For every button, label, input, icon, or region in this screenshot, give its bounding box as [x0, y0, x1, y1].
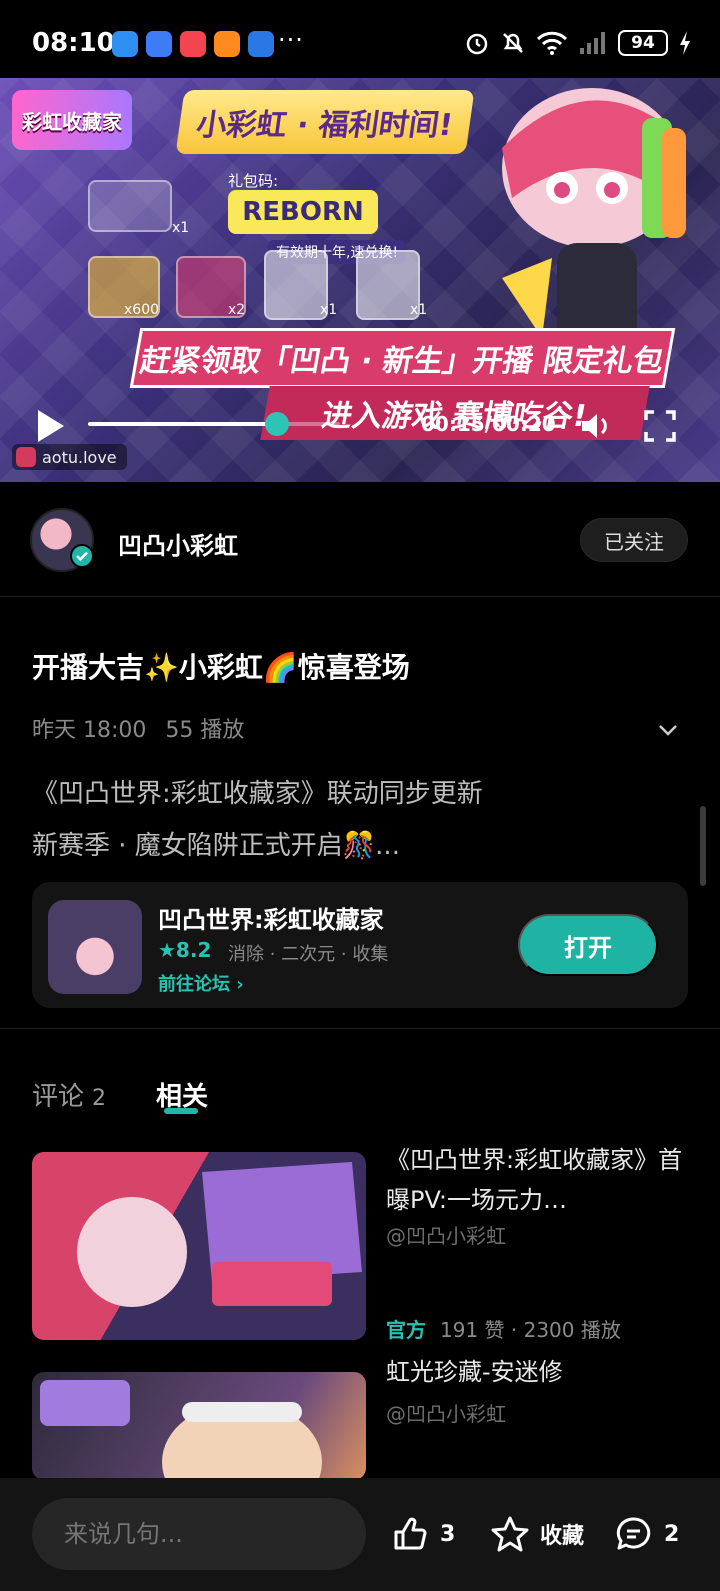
- video-progress-bar[interactable]: [88, 412, 340, 436]
- app-card[interactable]: 凹凸世界:彩虹收藏家 ★8.2 消除 · 二次元 · 收集 前往论坛 › 打开: [32, 882, 688, 1008]
- verified-badge-icon: [70, 544, 94, 568]
- gift-item-qty: x1: [172, 220, 190, 236]
- post-date: 昨天 18:00: [32, 718, 147, 743]
- gift-item-qty: x600: [124, 302, 160, 318]
- charging-icon: [680, 31, 690, 55]
- tab-comments-count: 2: [92, 1086, 107, 1111]
- favorite-button[interactable]: 收藏: [490, 1514, 584, 1554]
- signal-icon: [580, 32, 605, 54]
- book-app-icon: [112, 31, 138, 57]
- fullscreen-icon[interactable]: [642, 408, 678, 444]
- mute-icon: [503, 33, 523, 53]
- gift-code-label: 礼包码:: [228, 172, 279, 190]
- url-text: aotu.love: [42, 447, 117, 467]
- video-headline: 小彩虹 · 福利时间!: [175, 90, 475, 154]
- post-description-line: 新赛季 · 魔女陷阱正式开启🎊...: [32, 831, 400, 861]
- video-app-icon: [180, 31, 206, 57]
- search-icon: [16, 447, 36, 467]
- related-stats-text: 191 赞 · 2300 播放: [440, 1318, 621, 1342]
- related-thumbnail-art: [40, 1380, 322, 1480]
- comment-input[interactable]: [32, 1498, 366, 1570]
- post-description-line: 《凹凸世界:彩虹收藏家》联动同步更新: [32, 779, 483, 809]
- volume-icon[interactable]: [578, 408, 614, 444]
- related-thumbnail-art: [77, 1162, 362, 1307]
- gift-item-pack: [264, 250, 328, 320]
- status-bar: 08:10 ··· 94: [0, 0, 720, 78]
- app-name: 凹凸世界:彩虹收藏家: [158, 906, 384, 934]
- tab-comments-label: 评论: [32, 1082, 85, 1112]
- game-logo: 彩虹收藏家: [12, 90, 132, 150]
- divider: [0, 1028, 720, 1029]
- more-notifications-icon: ···: [278, 26, 304, 54]
- system-icons: 94: [464, 30, 692, 56]
- video-progress-handle[interactable]: [265, 412, 289, 436]
- app-tags: 消除 · 二次元 · 收集: [228, 944, 389, 965]
- app-icon: [48, 900, 142, 994]
- related-title[interactable]: 《凹凸世界:彩虹收藏家》首曝PV:一场元力…: [386, 1140, 692, 1220]
- compass-app-icon: [146, 31, 172, 57]
- status-time: 08:10: [32, 28, 115, 58]
- thumbs-up-icon: [394, 1517, 427, 1550]
- gift-code: REBORN: [228, 190, 378, 234]
- related-stats: 官方 191 赞 · 2300 播放: [386, 1314, 621, 1343]
- battery-level: 94: [618, 30, 668, 56]
- video-promo-line1: 赶紧领取「凹凸 · 新生」开播 限定礼包: [129, 328, 676, 388]
- active-tab-indicator: [164, 1108, 198, 1114]
- notification-icons: [112, 31, 274, 57]
- post-plays: 55 播放: [165, 718, 245, 743]
- related-thumbnail[interactable]: [32, 1372, 366, 1480]
- chevron-down-icon[interactable]: [656, 718, 680, 742]
- bottom-action-bar: 3 收藏 2: [0, 1478, 720, 1591]
- related-author: @凹凸小彩虹: [386, 1224, 506, 1248]
- related-author: @凹凸小彩虹: [386, 1402, 506, 1426]
- play-icon[interactable]: [30, 406, 70, 446]
- tab-comments[interactable]: 评论 2: [32, 1076, 106, 1113]
- related-thumbnail[interactable]: [32, 1152, 366, 1340]
- post-meta: 昨天 18:00 55 播放: [32, 712, 244, 744]
- author-name[interactable]: 凹凸小彩虹: [118, 526, 238, 561]
- official-badge: 官方: [386, 1318, 426, 1342]
- video-player[interactable]: 彩虹收藏家 小彩虹 · 福利时间! 礼包码: REBORN 有效期十年,速兑换!…: [0, 78, 720, 482]
- comment-count: 2: [664, 1521, 680, 1547]
- gift-item-qty: x1: [410, 302, 428, 318]
- url-chip: aotu.love: [12, 444, 127, 470]
- forum-link[interactable]: 前往论坛 ›: [158, 970, 244, 996]
- post-title: 开播大吉✨小彩虹🌈惊喜登场: [32, 651, 410, 684]
- star-icon: [491, 1516, 529, 1552]
- search-app-icon: [214, 31, 240, 57]
- video-current-time: 00:15: [421, 412, 485, 436]
- like-button[interactable]: 3: [390, 1514, 455, 1554]
- gift-item-qty: x1: [320, 302, 338, 318]
- video-duration: 00:20: [491, 412, 556, 436]
- like-count: 3: [440, 1521, 456, 1547]
- app-rating: ★8.2: [158, 938, 212, 962]
- gift-item-card: [88, 180, 172, 232]
- related-title[interactable]: 虹光珍藏-安迷修: [386, 1352, 692, 1392]
- page: 08:10 ··· 94 彩虹收藏家 小彩虹 · 福利时间! 礼包码: REBO…: [0, 0, 720, 1591]
- network-app-icon: [248, 31, 274, 57]
- video-time-readout: 00:15/00:20: [421, 412, 556, 436]
- author-row: 凹凸小彩虹 已关注: [0, 500, 720, 588]
- wifi-icon: [536, 31, 568, 55]
- post-description: 《凹凸世界:彩虹收藏家》联动同步更新 新赛季 · 魔女陷阱正式开启🎊...: [32, 768, 483, 872]
- follow-button[interactable]: 已关注: [580, 518, 688, 562]
- open-app-button[interactable]: 打开: [518, 914, 658, 976]
- scrollbar[interactable]: [700, 806, 706, 886]
- divider: [0, 596, 720, 597]
- gift-item-qty: x2: [228, 302, 246, 318]
- alarm-icon: [466, 33, 488, 55]
- favorite-label: 收藏: [540, 1524, 585, 1549]
- video-progress-fill: [88, 422, 277, 426]
- comment-bubble-icon: [616, 1517, 651, 1550]
- comment-button[interactable]: 2: [614, 1514, 679, 1554]
